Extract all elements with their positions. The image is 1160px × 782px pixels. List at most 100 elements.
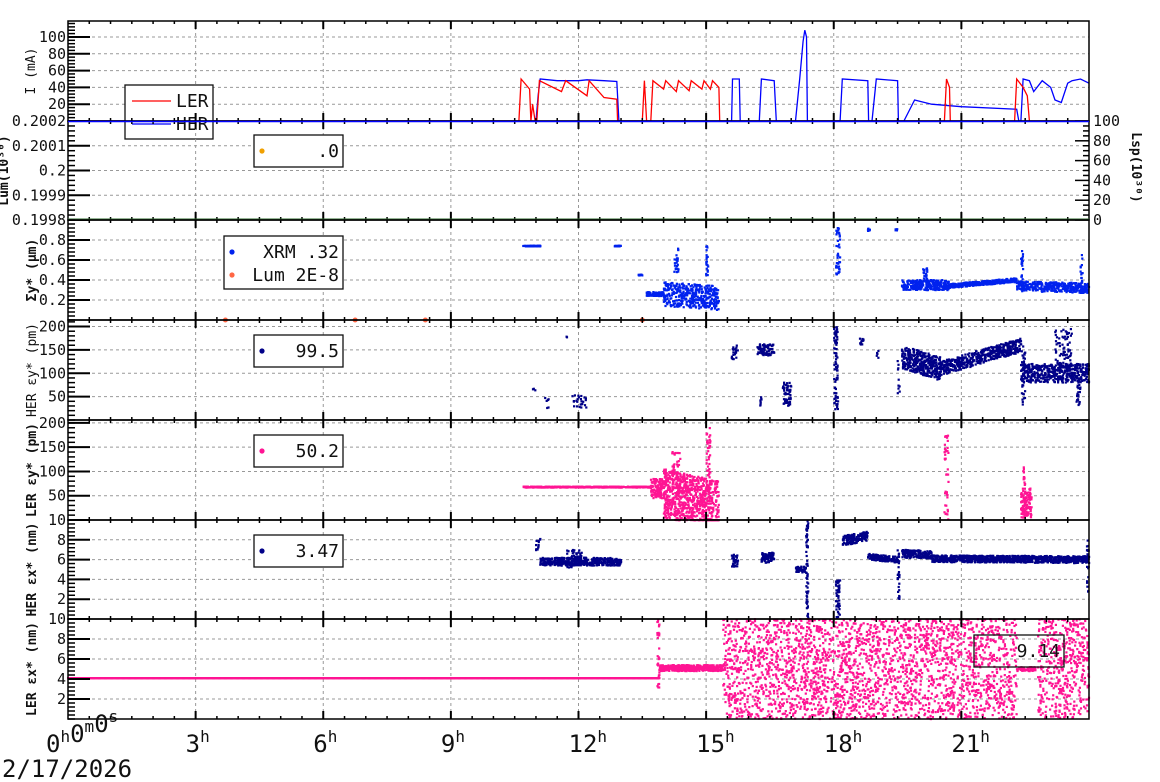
data-point [673,486,676,490]
data-point [930,360,933,363]
data-point [1062,361,1065,364]
data-point [1016,288,1019,291]
data-point [682,290,685,293]
data-point [714,490,717,493]
data-point [984,357,987,360]
data-point [836,252,840,255]
data-point [1053,365,1056,368]
data-point [1016,350,1020,353]
data-point [835,399,838,402]
data-point [834,366,838,369]
data-point [859,342,862,345]
data-point [836,239,839,242]
data-point [1039,281,1042,284]
data-point [685,303,688,306]
data-point [669,488,672,491]
data-point [1062,328,1065,331]
data-point [711,501,714,504]
data-point [689,475,692,478]
data-point [597,485,600,488]
data-point [699,479,702,482]
data-point [699,486,702,489]
data-point [929,280,932,283]
data-point [647,486,651,489]
data-point [996,350,999,353]
data-point [835,326,838,329]
data-point [1005,354,1008,357]
data-point [924,352,927,355]
data-point [678,491,681,495]
data-point [771,347,774,350]
data-point [650,484,653,487]
data-point [678,511,681,514]
data-point [705,298,708,301]
data-point [680,300,684,303]
data-point [835,272,838,275]
data-point [1056,284,1059,287]
data-point [699,306,703,309]
data-point [668,471,671,474]
data-point [945,288,948,291]
data-point [960,358,964,362]
data-point [685,481,688,484]
data-point [677,487,680,491]
data-point [1070,332,1073,335]
accelerator-monitor-chart: LERHER.0XRM .32Lum 2E-899.550.23.479.14 … [0,20,1143,782]
data-point [600,485,603,488]
data-point [554,485,558,489]
data-point [992,282,995,285]
data-point [927,367,931,370]
data-point [757,348,760,351]
data-point [1085,370,1088,373]
data-point [990,346,994,349]
data-point [1025,364,1028,367]
data-point [670,511,673,514]
data-point [701,512,704,516]
data-point [701,497,704,500]
data-point [833,401,836,404]
data-point [712,493,715,496]
data-point [666,501,669,504]
data-point [926,279,929,282]
data-point [1069,283,1072,286]
data-point [1054,340,1058,343]
data-point [693,479,697,482]
data-point [925,365,928,369]
data-point [896,368,900,371]
data-point [1061,381,1064,384]
data-point [968,360,971,364]
data-point [952,358,955,361]
legend-dot [259,148,265,154]
data-point [539,245,542,248]
data-point [669,282,672,285]
data-point [783,389,786,392]
data-point [907,365,910,368]
data-point [526,486,529,489]
data-point [1050,376,1053,379]
data-point [691,291,695,294]
data-point [674,492,677,495]
data-point [594,485,597,488]
data-point [925,284,928,287]
data-point [716,483,719,486]
data-point [1014,343,1017,346]
data-point [1085,283,1088,286]
data-point [663,482,666,485]
data-point [1060,352,1063,356]
data-point [970,364,973,367]
data-point [665,508,668,511]
data-point [717,515,720,518]
data-point [902,365,905,368]
data-point [533,244,536,247]
data-point [939,367,942,371]
data-point [837,227,840,230]
data-point [677,502,680,505]
data-point [664,493,667,496]
data-point [712,299,715,302]
data-point [690,486,693,489]
data-point [676,257,679,260]
data-point [546,406,549,410]
data-point [919,353,922,356]
data-point [575,399,578,402]
data-point [614,245,617,248]
